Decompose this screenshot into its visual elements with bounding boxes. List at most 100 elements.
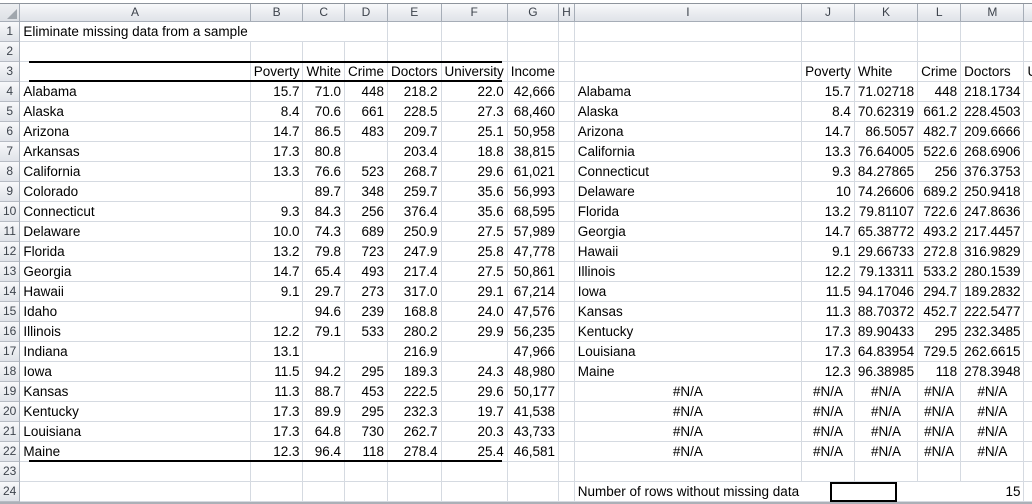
cell-C17[interactable] <box>303 342 345 362</box>
cell-C24[interactable] <box>303 482 345 502</box>
cell-D23[interactable] <box>345 462 388 482</box>
cell-I7[interactable]: California <box>575 142 802 162</box>
cell-F23[interactable] <box>442 462 508 482</box>
cell-B11[interactable]: 10.0 <box>251 222 304 242</box>
cell-M1[interactable] <box>961 22 1024 42</box>
cell-E10[interactable]: 376.4 <box>388 202 442 222</box>
col-header-D[interactable]: D <box>345 4 388 22</box>
cell-N2[interactable] <box>1024 42 1032 62</box>
select-all-corner[interactable] <box>0 4 20 22</box>
cell-G19[interactable]: 50,177 <box>508 382 559 402</box>
cell-B18[interactable]: 11.5 <box>251 362 304 382</box>
cell-B4[interactable]: 15.7 <box>251 82 304 102</box>
cell-L7[interactable]: 522.6 <box>918 142 961 162</box>
row-header-16[interactable]: 16 <box>0 322 20 342</box>
cell-F1[interactable] <box>442 22 508 42</box>
cell-M11[interactable]: 217.4457 <box>961 222 1024 242</box>
cell-E15[interactable]: 168.8 <box>388 302 442 322</box>
row-header-4[interactable]: 4 <box>0 82 20 102</box>
cell-A22[interactable]: Maine <box>20 442 250 462</box>
cell-G6[interactable]: 50,958 <box>508 122 559 142</box>
cell-C11[interactable]: 74.3 <box>303 222 345 242</box>
cell-B10[interactable]: 9.3 <box>251 202 304 222</box>
cell-G21[interactable]: 43,733 <box>508 422 559 442</box>
cell-G18[interactable]: 48,980 <box>508 362 559 382</box>
cell-F9[interactable]: 35.6 <box>442 182 508 202</box>
cell-L17[interactable]: 729.5 <box>918 342 961 362</box>
cell-K11[interactable]: 65.38772 <box>855 222 918 242</box>
cell-A15[interactable]: Idaho <box>20 302 250 322</box>
cell-L14[interactable]: 294.7 <box>918 282 961 302</box>
cell-C18[interactable]: 94.2 <box>303 362 345 382</box>
cell-C15[interactable]: 94.6 <box>303 302 345 322</box>
cell-K1[interactable] <box>855 22 918 42</box>
cell-G13[interactable]: 50,861 <box>508 262 559 282</box>
cell-I14[interactable]: Iowa <box>575 282 802 302</box>
cell-N12[interactable]: 29.1 <box>1024 242 1032 262</box>
cell-C22[interactable]: 96.4 <box>303 442 345 462</box>
cell-A1[interactable]: Eliminate missing data from a sample <box>20 22 250 42</box>
cell-E4[interactable]: 218.2 <box>388 82 442 102</box>
cell-E13[interactable]: 217.4 <box>388 262 442 282</box>
cell-N19[interactable]: #N/A <box>1024 382 1032 402</box>
cell-C14[interactable]: 29.7 <box>303 282 345 302</box>
cell-H12[interactable] <box>559 242 575 262</box>
col-header-J[interactable]: J <box>802 4 855 22</box>
cell-A9[interactable]: Colorado <box>20 182 250 202</box>
cell-L8[interactable]: 256 <box>918 162 961 182</box>
cell-M19[interactable]: #N/A <box>961 382 1024 402</box>
cell-N8[interactable]: 35.6 <box>1024 162 1032 182</box>
cell-F16[interactable]: 29.9 <box>442 322 508 342</box>
cell-G10[interactable]: 68,595 <box>508 202 559 222</box>
cell-M4[interactable]: 218.1734 <box>961 82 1024 102</box>
cell-C20[interactable]: 89.9 <box>303 402 345 422</box>
cell-J12[interactable]: 9.1 <box>802 242 855 262</box>
cell-I1[interactable] <box>575 22 802 42</box>
cell-E2[interactable] <box>388 42 442 62</box>
col-header-A[interactable]: A <box>20 4 250 22</box>
cell-G24[interactable] <box>508 482 559 502</box>
cell-D6[interactable]: 483 <box>345 122 388 142</box>
cell-J8[interactable]: 9.3 <box>802 162 855 182</box>
cell-F11[interactable]: 27.5 <box>442 222 508 242</box>
cell-H11[interactable] <box>559 222 575 242</box>
cell-F21[interactable]: 20.3 <box>442 422 508 442</box>
cell-A19[interactable]: Kansas <box>20 382 250 402</box>
cell-J1[interactable] <box>802 22 855 42</box>
cell-D4[interactable]: 448 <box>345 82 388 102</box>
cell-G7[interactable]: 38,815 <box>508 142 559 162</box>
cell-C8[interactable]: 76.6 <box>303 162 345 182</box>
cell-B6[interactable]: 14.7 <box>251 122 304 142</box>
col-header-B[interactable]: B <box>251 4 304 22</box>
cell-C19[interactable]: 88.7 <box>303 382 345 402</box>
cell-G5[interactable]: 68,460 <box>508 102 559 122</box>
cell-E23[interactable] <box>388 462 442 482</box>
cell-I16[interactable]: Kentucky <box>575 322 802 342</box>
row-header-6[interactable]: 6 <box>0 122 20 142</box>
cell-F15[interactable]: 24.0 <box>442 302 508 322</box>
cell-C3[interactable]: White <box>303 62 345 82</box>
cell-J3[interactable]: Poverty <box>802 62 855 82</box>
cell-A2[interactable] <box>20 42 250 62</box>
cell-I21[interactable]: #N/A <box>575 422 802 442</box>
row-header-9[interactable]: 9 <box>0 182 20 202</box>
cell-E24[interactable] <box>388 482 442 502</box>
cell-I2[interactable] <box>575 42 802 62</box>
cell-E11[interactable]: 250.9 <box>388 222 442 242</box>
cell-K23[interactable] <box>855 462 918 482</box>
cell-M10[interactable]: 247.8636 <box>961 202 1024 222</box>
row-header-12[interactable]: 12 <box>0 242 20 262</box>
cell-N1[interactable] <box>1024 22 1032 42</box>
cell-I20[interactable]: #N/A <box>575 402 802 422</box>
cell-J5[interactable]: 8.4 <box>802 102 855 122</box>
cell-C1[interactable] <box>303 22 345 42</box>
cell-E7[interactable]: 203.4 <box>388 142 442 162</box>
cell-G4[interactable]: 42,666 <box>508 82 559 102</box>
cell-M23[interactable] <box>961 462 1024 482</box>
cell-B17[interactable]: 13.1 <box>251 342 304 362</box>
cell-D20[interactable]: 295 <box>345 402 388 422</box>
cell-D15[interactable]: 239 <box>345 302 388 322</box>
cell-C10[interactable]: 84.3 <box>303 202 345 222</box>
cell-N24[interactable] <box>1024 482 1032 502</box>
cell-N13[interactable]: 29.9 <box>1024 262 1032 282</box>
